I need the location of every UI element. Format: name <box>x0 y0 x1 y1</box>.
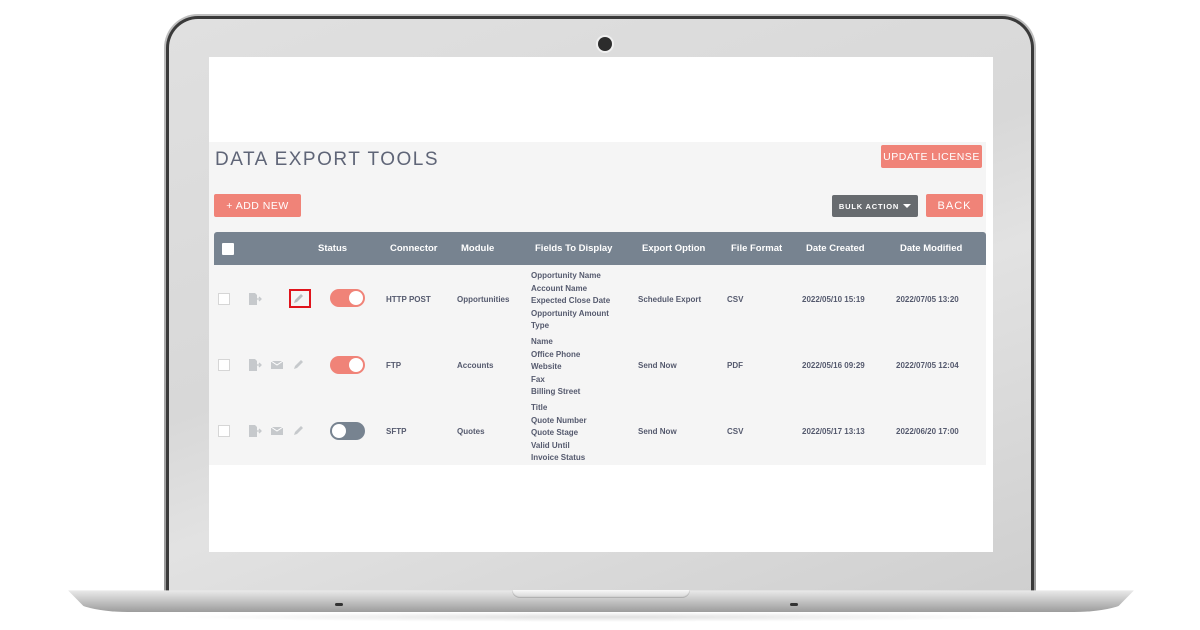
column-header-date-created[interactable]: Date Created <box>806 232 865 265</box>
row-checkbox[interactable] <box>218 293 230 305</box>
column-header-file-format[interactable]: File Format <box>731 232 782 265</box>
date-created-cell: 2022/05/17 13:13 <box>802 427 865 436</box>
row-checkbox[interactable] <box>218 425 230 437</box>
connector-cell: FTP <box>386 361 402 370</box>
module-cell: Opportunities <box>457 295 510 304</box>
page-title: DATA EXPORT TOOLS <box>215 149 440 170</box>
field-item: Valid Until <box>531 440 570 450</box>
fields-cell: Title Quote Number Quote Stage Valid Unt… <box>531 402 587 465</box>
status-toggle[interactable] <box>330 289 365 307</box>
export-icon[interactable] <box>248 359 262 371</box>
screen: DATA EXPORT TOOLS UPDATE LICENSE + ADD N… <box>209 57 993 552</box>
toggle-knob <box>349 291 363 305</box>
table-row: SFTP Quotes Title Quote Number Quote Sta… <box>214 400 986 465</box>
connector-cell: HTTP POST <box>386 295 431 304</box>
edit-icon-highlight <box>289 289 311 308</box>
toggle-knob <box>332 424 346 438</box>
email-icon[interactable] <box>270 359 284 371</box>
column-header-module[interactable]: Module <box>461 232 494 265</box>
laptop-base-foot <box>335 603 343 606</box>
file-format-cell: CSV <box>727 295 744 304</box>
field-item: Website <box>531 362 562 371</box>
file-format-cell: CSV <box>727 427 744 436</box>
field-item: Expected Close Date <box>531 296 611 305</box>
module-cell: Accounts <box>457 361 494 370</box>
export-icon[interactable] <box>248 425 262 437</box>
field-item: Quote Number <box>531 415 587 425</box>
status-toggle[interactable] <box>330 356 365 374</box>
fields-cell: Name Office Phone Website Fax Billing St… <box>531 336 580 399</box>
laptop-shadow <box>170 612 1030 622</box>
data-export-tools-page: DATA EXPORT TOOLS UPDATE LICENSE + ADD N… <box>209 142 986 465</box>
add-new-button[interactable]: + ADD NEW <box>214 194 301 217</box>
update-license-button[interactable]: UPDATE LICENSE <box>881 145 982 168</box>
table-header: Status Connector Module Fields To Displa… <box>214 232 986 265</box>
export-option-cell: Send Now <box>638 427 677 436</box>
export-option-cell: Schedule Export <box>638 295 702 304</box>
export-icon[interactable] <box>248 293 262 305</box>
field-item: Type <box>531 321 550 330</box>
field-item: Quote Stage <box>531 428 579 437</box>
table-row: HTTP POST Opportunities Opportunity Name… <box>214 267 986 333</box>
bulk-action-label: BULK ACTION <box>838 201 900 211</box>
field-item: Opportunity Name <box>531 271 601 280</box>
table-row: FTP Accounts Name Office Phone Website F… <box>214 333 986 400</box>
laptop-base-foot <box>790 603 798 606</box>
field-item: Fax <box>531 374 545 384</box>
laptop-hinge-notch <box>512 590 690 598</box>
edit-icon[interactable] <box>292 425 306 437</box>
column-header-connector[interactable]: Connector <box>390 232 438 265</box>
export-option-cell: Send Now <box>638 361 677 370</box>
field-item: Billing Street <box>531 387 581 396</box>
fields-cell: Opportunity Name Account Name Expected C… <box>531 270 610 333</box>
status-toggle[interactable] <box>330 422 365 440</box>
file-format-cell: PDF <box>727 361 743 370</box>
column-header-date-modified[interactable]: Date Modified <box>900 232 962 265</box>
back-button[interactable]: BACK <box>926 194 983 217</box>
webcam-icon <box>598 37 612 51</box>
email-icon[interactable] <box>270 425 284 437</box>
date-created-cell: 2022/05/10 15:19 <box>802 295 865 304</box>
column-header-status[interactable]: Status <box>318 232 347 265</box>
toggle-knob <box>349 358 363 372</box>
field-item: Name <box>531 337 553 346</box>
date-modified-cell: 2022/07/05 13:20 <box>896 295 959 304</box>
date-modified-cell: 2022/06/20 17:00 <box>896 427 959 436</box>
field-item: Account Name <box>531 283 588 293</box>
bulk-action-dropdown[interactable]: BULK ACTION <box>832 195 918 217</box>
caret-down-icon <box>903 204 912 208</box>
field-item: Invoice Status <box>531 453 586 462</box>
edit-icon[interactable] <box>292 359 306 371</box>
module-cell: Quotes <box>457 427 485 436</box>
column-header-export-option[interactable]: Export Option <box>642 232 705 265</box>
field-item: Office Phone <box>531 349 581 359</box>
date-created-cell: 2022/05/16 09:29 <box>802 361 865 370</box>
column-header-fields-to-display[interactable]: Fields To Display <box>535 232 612 265</box>
field-item: Opportunity Amount <box>531 308 609 318</box>
field-item: Title <box>531 403 548 412</box>
select-all-checkbox[interactable] <box>222 243 234 255</box>
date-modified-cell: 2022/07/05 12:04 <box>896 361 959 370</box>
row-checkbox[interactable] <box>218 359 230 371</box>
connector-cell: SFTP <box>386 427 407 436</box>
